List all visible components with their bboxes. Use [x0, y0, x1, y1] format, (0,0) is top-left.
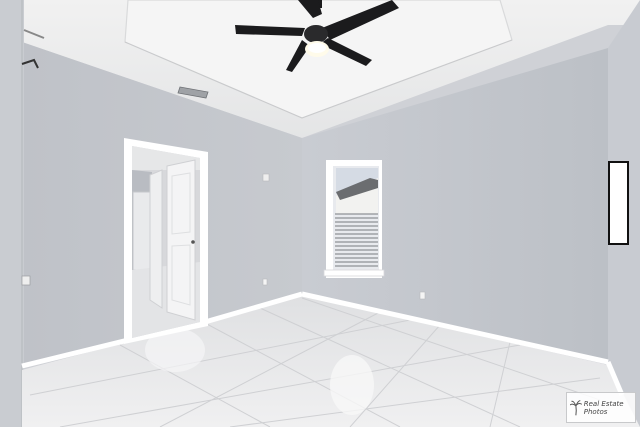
room-photo: [0, 0, 640, 427]
outlet-left: [262, 278, 268, 286]
palm-tree-icon: [570, 399, 582, 415]
outlet-right: [419, 291, 426, 300]
second-door: [149, 169, 163, 309]
floor-reflection-window: [330, 355, 374, 415]
watermark-text: Real Estate Photos: [583, 399, 624, 416]
picture-frame: [608, 161, 629, 245]
door-knob: [191, 240, 195, 244]
open-door: [166, 159, 196, 321]
left-wall-edge: [0, 0, 24, 427]
thermostat: [262, 173, 270, 182]
hallway-closet-door: [132, 191, 152, 271]
wall-sensor: [21, 275, 31, 286]
watermark-logo: Real Estate Photos: [566, 392, 636, 423]
fan-motor: [304, 25, 328, 43]
window-sill: [323, 269, 385, 277]
